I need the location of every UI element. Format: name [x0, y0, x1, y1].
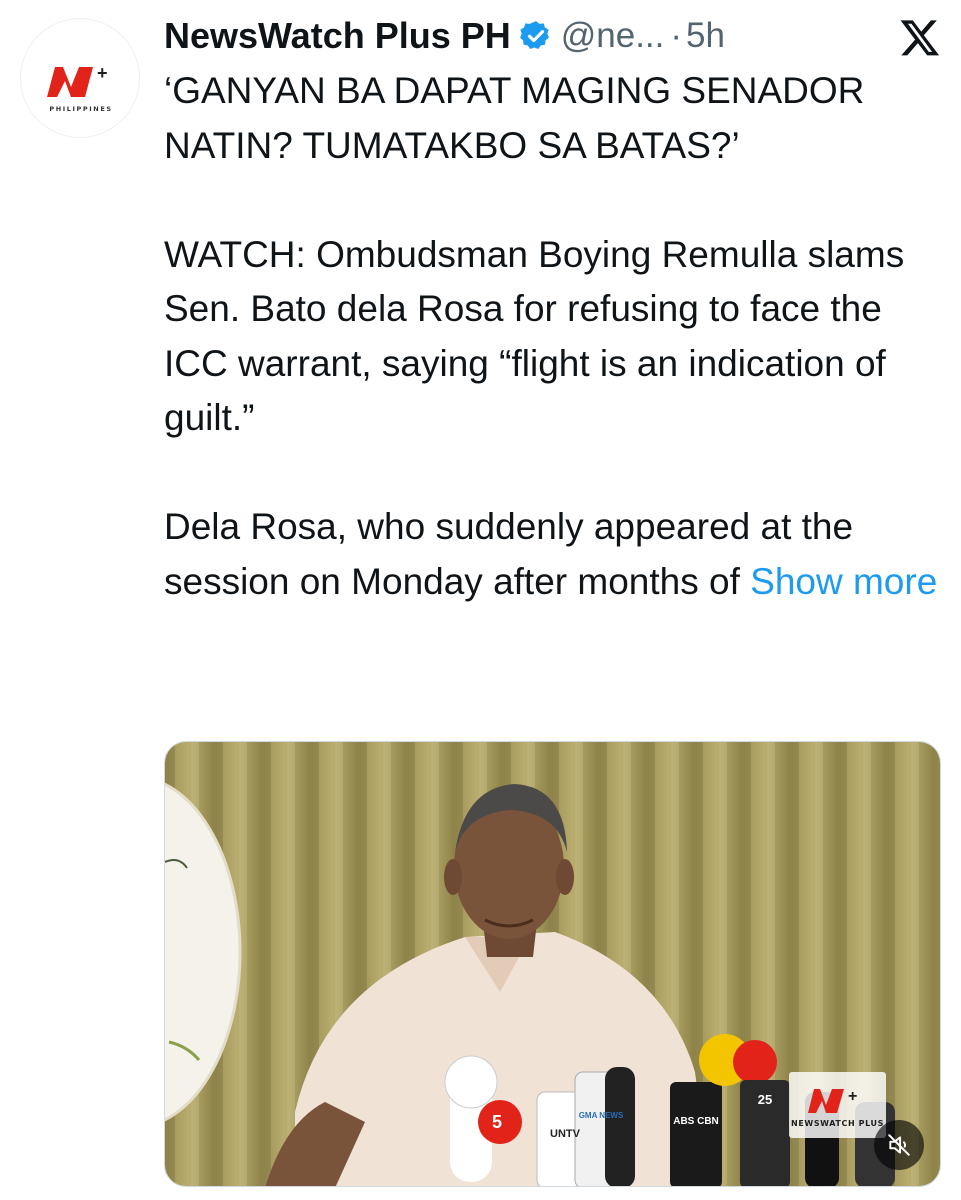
svg-text:+: +	[97, 63, 108, 83]
tweet-paragraph-watch: WATCH: Ombudsman Boying Remulla slams Se…	[164, 233, 905, 439]
tweet-text: ‘GANYAN BA DAPAT MAGING SENADOR NATIN? T…	[164, 64, 944, 609]
verified-badge-icon[interactable]	[519, 19, 553, 53]
show-more-link[interactable]: Show more	[750, 561, 937, 602]
speaker-muted-icon	[888, 1134, 910, 1156]
tweet-paragraph-headline: ‘GANYAN BA DAPAT MAGING SENADOR NATIN? T…	[164, 70, 865, 166]
tweet-timestamp[interactable]: 5h	[686, 16, 725, 56]
mic-label-untv: UNTV	[550, 1128, 581, 1140]
author-avatar[interactable]: + PHILIPPINES	[20, 18, 140, 138]
newswatch-watermark-logo-icon: +	[807, 1088, 857, 1113]
mic-label-5: 5	[492, 1112, 502, 1132]
avatar-subtitle: PHILIPPINES	[49, 105, 112, 113]
svg-text:+: +	[848, 1088, 857, 1105]
x-logo-icon[interactable]	[899, 16, 941, 58]
watermark-subtitle: NEWSWATCH PLUS	[791, 1118, 884, 1128]
newswatch-logo-icon: + PHILIPPINES	[47, 63, 112, 113]
tweet-paragraph-last: Dela Rosa, who suddenly appeared at the …	[164, 500, 944, 609]
mic-label-25: 25	[758, 1092, 772, 1107]
separator-dot: ·	[670, 16, 683, 55]
newswatch-plus-watermark: + NEWSWATCH PLUS	[789, 1072, 886, 1138]
video-player[interactable]: 5 UNTV GMA NEWS ABS CBN 25 + NEWSWATCH P…	[164, 741, 941, 1187]
author-name[interactable]: NewsWatch Plus PH	[164, 15, 511, 57]
mute-toggle-button[interactable]	[874, 1120, 924, 1170]
author-handle[interactable]: @ne...	[561, 16, 665, 56]
mic-label-abscbn: ABS CBN	[673, 1116, 719, 1127]
tweet-header: NewsWatch Plus PH @ne... · 5h	[164, 10, 941, 62]
mic-label-gma: GMA NEWS	[579, 1111, 624, 1120]
